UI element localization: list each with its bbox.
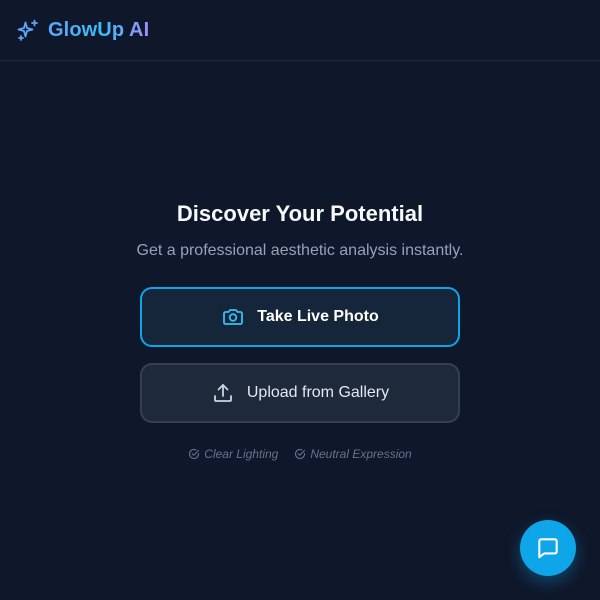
upload-from-gallery-button[interactable]: Upload from Gallery bbox=[140, 363, 460, 423]
page-subtitle: Get a professional aesthetic analysis in… bbox=[136, 242, 464, 259]
camera-icon bbox=[223, 309, 244, 325]
tip-label: Neutral Expression bbox=[310, 447, 412, 461]
tip-label: Clear Lighting bbox=[204, 447, 279, 461]
hero-section: Discover Your Potential Get a profession… bbox=[0, 197, 600, 461]
take-live-photo-button[interactable]: Take Live Photo bbox=[140, 287, 460, 347]
chat-button[interactable] bbox=[520, 520, 576, 576]
upload-from-gallery-label: Upload from Gallery bbox=[246, 384, 390, 401]
photo-tips: Clear Lighting Neutral Expression bbox=[188, 447, 412, 461]
upload-icon bbox=[213, 384, 232, 402]
page-title: Discover Your Potential bbox=[176, 201, 424, 226]
app-header: GlowUp AI bbox=[0, 0, 600, 61]
tip-clear-lighting: Clear Lighting bbox=[188, 447, 278, 461]
check-circle-icon bbox=[295, 448, 306, 460]
tip-neutral-expression: Neutral Expression bbox=[294, 447, 412, 461]
sparkles-icon bbox=[17, 19, 38, 41]
chat-bubble-icon bbox=[538, 538, 558, 559]
take-live-photo-label: Take Live Photo bbox=[257, 308, 379, 325]
brand-logo[interactable]: GlowUp AI bbox=[16, 18, 149, 42]
app-title: GlowUp AI bbox=[48, 18, 150, 41]
check-circle-icon bbox=[189, 448, 200, 460]
